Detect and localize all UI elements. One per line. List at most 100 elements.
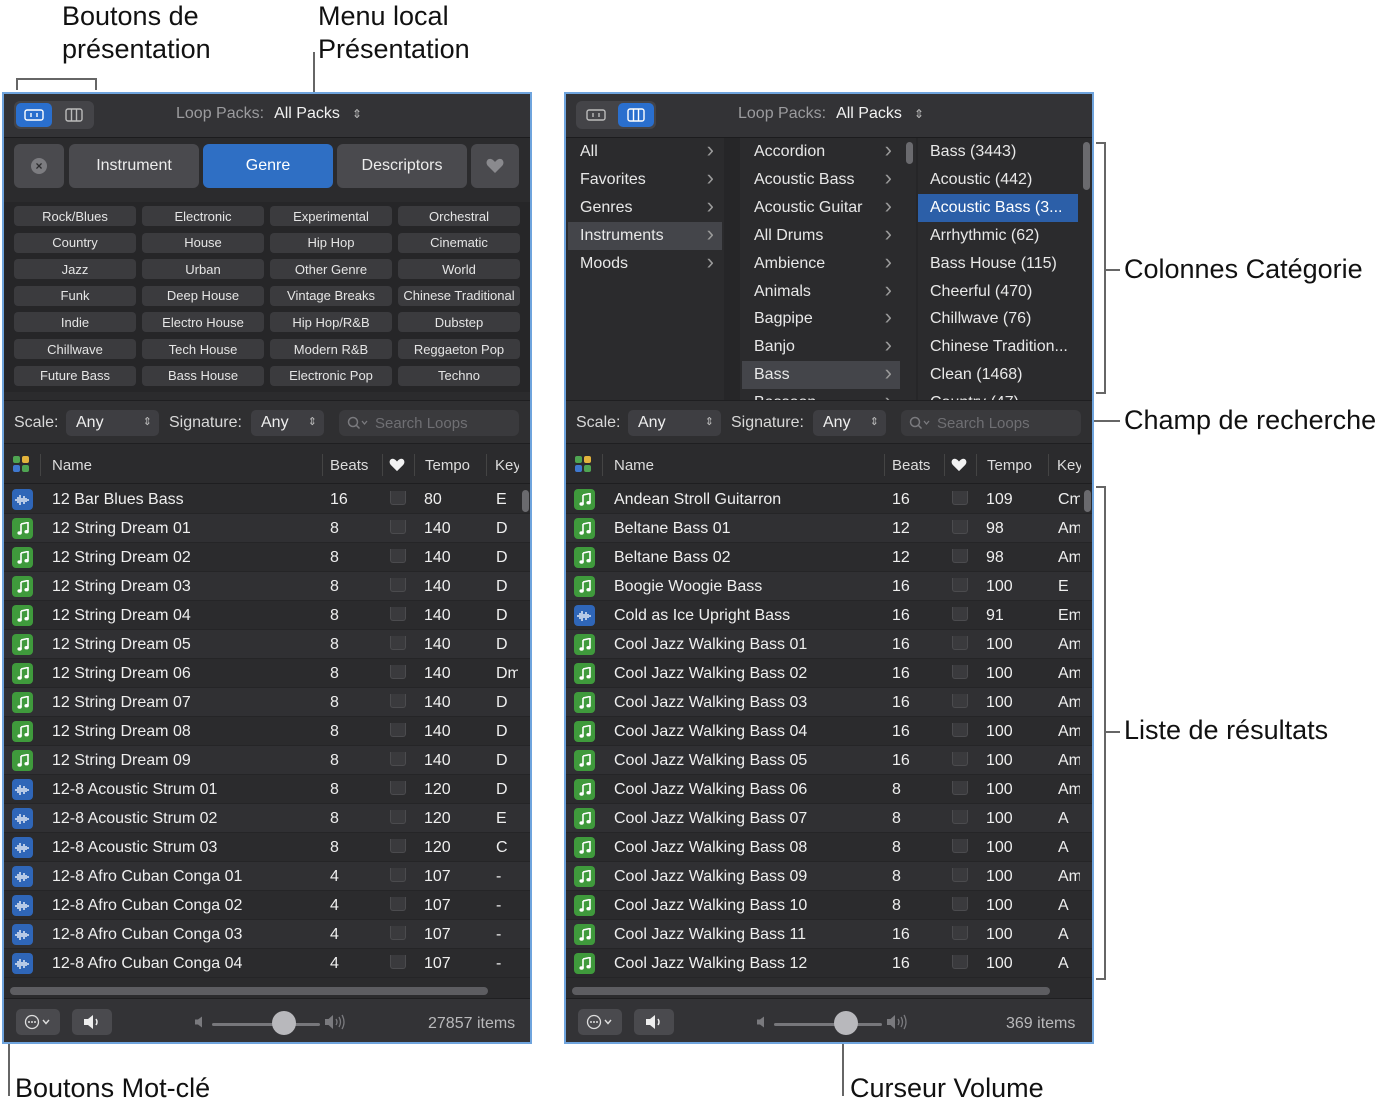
keyword-button-deep-house[interactable]: Deep House: [142, 285, 264, 306]
keyword-button-tech-house[interactable]: Tech House: [142, 339, 264, 359]
category-item-ambience[interactable]: Ambience ›: [742, 249, 900, 278]
keyword-button-urban[interactable]: Urban: [142, 259, 264, 280]
category-item-all-drums[interactable]: All Drums ›: [742, 221, 900, 250]
keyword-button-reggaeton-pop[interactable]: Reggaeton Pop: [398, 339, 520, 359]
volume-slider-knob[interactable]: [272, 1011, 297, 1035]
scale-select[interactable]: Any ⇕: [66, 410, 159, 436]
table-row[interactable]: Cool Jazz Walking Bass 11 16 100 A: [566, 920, 1092, 949]
favorite-checkbox[interactable]: [390, 752, 406, 766]
favorite-checkbox[interactable]: [390, 926, 406, 940]
favorite-checkbox[interactable]: [952, 839, 968, 853]
keyword-button-world[interactable]: World: [398, 259, 520, 280]
keyword-button-electronic-pop[interactable]: Electronic Pop: [270, 365, 392, 386]
table-row[interactable]: Beltane Bass 01 12 98 Am: [566, 514, 1092, 543]
category-item-all[interactable]: All ›: [568, 138, 722, 166]
favorite-checkbox[interactable]: [952, 607, 968, 621]
category-item-acoustic-442[interactable]: Acoustic (442): [918, 166, 1078, 194]
preview-speaker-button[interactable]: [634, 1009, 674, 1035]
heart-icon[interactable]: [389, 458, 405, 472]
table-row[interactable]: 12-8 Afro Cuban Conga 02 4 107 -: [4, 891, 530, 920]
table-row[interactable]: Cool Jazz Walking Bass 01 16 100 Am: [566, 630, 1092, 659]
category-item-cheerful-470[interactable]: Cheerful (470): [918, 278, 1078, 306]
table-row[interactable]: 12 Bar Blues Bass 16 80 E: [4, 485, 530, 514]
signature-select[interactable]: Any ⇕: [813, 410, 886, 436]
table-row[interactable]: Cool Jazz Walking Bass 07 8 100 A: [566, 804, 1092, 833]
keyword-button-indie[interactable]: Indie: [14, 312, 136, 333]
favorite-checkbox[interactable]: [390, 694, 406, 708]
category-item-banjo[interactable]: Banjo ›: [742, 332, 900, 361]
table-row[interactable]: 12 String Dream 03 8 140 D: [4, 572, 530, 601]
favorite-checkbox[interactable]: [390, 549, 406, 563]
keyword-button-techno[interactable]: Techno: [398, 365, 520, 386]
category-item-genres[interactable]: Genres ›: [568, 193, 722, 222]
keyword-button-bass-house[interactable]: Bass House: [142, 365, 264, 386]
keyword-button-future-bass[interactable]: Future Bass: [14, 365, 136, 386]
category-item-moods[interactable]: Moods ›: [568, 249, 722, 278]
category-item-accordion[interactable]: Accordion ›: [742, 138, 900, 166]
favorite-checkbox[interactable]: [390, 781, 406, 795]
category-item-clean-1468[interactable]: Clean (1468): [918, 361, 1078, 389]
col-key-header[interactable]: Key: [1057, 457, 1081, 474]
results-scrollbar[interactable]: [1084, 490, 1091, 512]
category-item-bass-3443[interactable]: Bass (3443): [918, 138, 1078, 166]
category-item-bagpipe[interactable]: Bagpipe ›: [742, 304, 900, 333]
table-row[interactable]: Cool Jazz Walking Bass 02 16 100 Am: [566, 659, 1092, 688]
keyword-button-chinese-traditional[interactable]: Chinese Traditional: [398, 285, 520, 306]
col-name-header[interactable]: Name: [614, 457, 654, 474]
table-row[interactable]: Cool Jazz Walking Bass 03 16 100 Am: [566, 688, 1092, 717]
results-scrollbar[interactable]: [522, 490, 529, 512]
favorites-button[interactable]: [471, 144, 519, 188]
category-item-bass[interactable]: Bass ›: [742, 360, 900, 390]
favorite-checkbox[interactable]: [952, 636, 968, 650]
keyword-button-electronic[interactable]: Electronic: [142, 206, 264, 226]
table-row[interactable]: Cool Jazz Walking Bass 09 8 100 Am: [566, 862, 1092, 891]
loop-packs-menu[interactable]: Loop Packs: All Packs ⇕: [176, 105, 362, 123]
keyword-button-jazz[interactable]: Jazz: [14, 259, 136, 280]
category-item-acoustic-bass-3[interactable]: Acoustic Bass (3...: [918, 193, 1078, 222]
action-menu-button[interactable]: [16, 1009, 60, 1035]
column-2-scrollbar[interactable]: [906, 142, 913, 164]
table-row[interactable]: 12-8 Afro Cuban Conga 01 4 107 -: [4, 862, 530, 891]
table-row[interactable]: 12-8 Afro Cuban Conga 03 4 107 -: [4, 920, 530, 949]
favorite-checkbox[interactable]: [952, 926, 968, 940]
heart-icon[interactable]: [951, 458, 967, 472]
table-row[interactable]: 12-8 Acoustic Strum 01 8 120 D: [4, 775, 530, 804]
favorite-checkbox[interactable]: [390, 636, 406, 650]
button-view-button[interactable]: [578, 103, 614, 127]
action-menu-button[interactable]: [578, 1009, 622, 1035]
favorite-checkbox[interactable]: [390, 868, 406, 882]
tab-instrument[interactable]: Instrument: [69, 144, 199, 188]
col-name-header[interactable]: Name: [52, 457, 92, 474]
favorite-checkbox[interactable]: [390, 520, 406, 534]
category-item-animals[interactable]: Animals ›: [742, 277, 900, 306]
table-row[interactable]: 12-8 Afro Cuban Conga 04 4 107 -: [4, 949, 530, 978]
favorite-checkbox[interactable]: [952, 578, 968, 592]
table-row[interactable]: 12 String Dream 06 8 140 Dm: [4, 659, 530, 688]
category-item-bassoon[interactable]: Bassoon›: [742, 388, 900, 400]
favorite-checkbox[interactable]: [390, 578, 406, 592]
category-item-bass-house-115[interactable]: Bass House (115): [918, 250, 1078, 278]
horizontal-scrollbar[interactable]: [572, 987, 1050, 995]
tab-descriptors[interactable]: Descriptors: [337, 144, 467, 188]
col-tempo-header[interactable]: Tempo: [425, 457, 470, 474]
col-tempo-header[interactable]: Tempo: [987, 457, 1032, 474]
favorite-checkbox[interactable]: [952, 491, 968, 505]
table-row[interactable]: 12-8 Acoustic Strum 02 8 120 E: [4, 804, 530, 833]
table-row[interactable]: Cool Jazz Walking Bass 10 8 100 A: [566, 891, 1092, 920]
category-item-country-47[interactable]: Country (47): [918, 389, 1078, 400]
favorite-checkbox[interactable]: [952, 694, 968, 708]
col-beats-header[interactable]: Beats: [330, 457, 368, 474]
favorite-checkbox[interactable]: [390, 607, 406, 621]
favorite-checkbox[interactable]: [952, 665, 968, 679]
favorite-checkbox[interactable]: [952, 752, 968, 766]
signature-select[interactable]: Any ⇕: [251, 410, 324, 436]
table-row[interactable]: 12 String Dream 05 8 140 D: [4, 630, 530, 659]
horizontal-scrollbar[interactable]: [10, 987, 488, 995]
table-row[interactable]: Cool Jazz Walking Bass 08 8 100 A: [566, 833, 1092, 862]
column-view-button[interactable]: [56, 103, 92, 127]
favorite-checkbox[interactable]: [952, 549, 968, 563]
favorite-checkbox[interactable]: [390, 665, 406, 679]
table-row[interactable]: Cool Jazz Walking Bass 04 16 100 Am: [566, 717, 1092, 746]
search-field[interactable]: Search Loops: [339, 410, 519, 436]
keyword-button-country[interactable]: Country: [14, 232, 136, 253]
